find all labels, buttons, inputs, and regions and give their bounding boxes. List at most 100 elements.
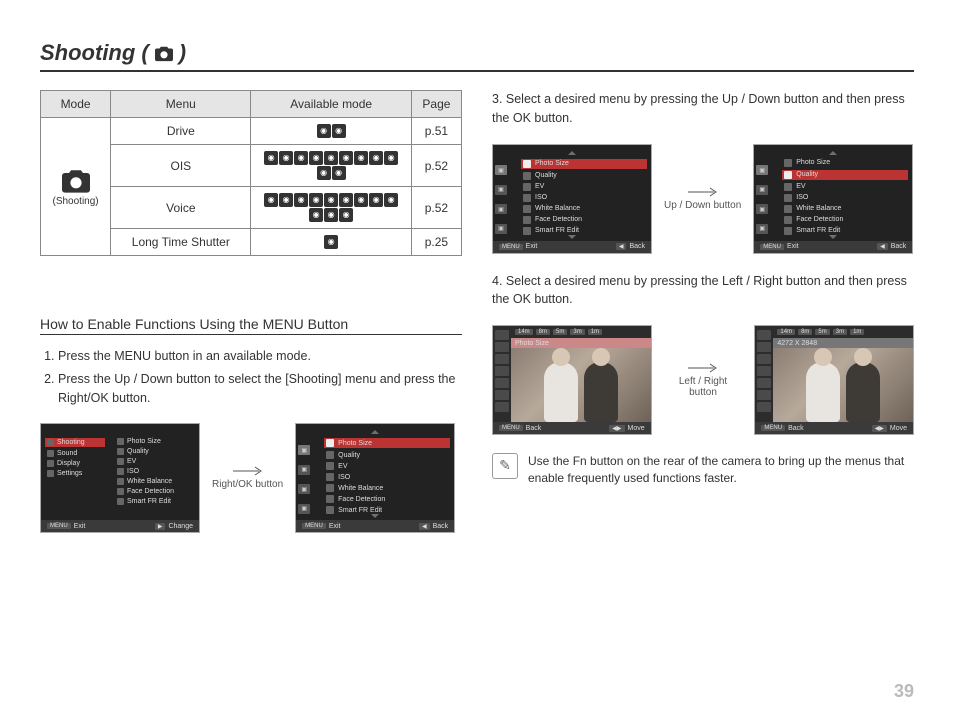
mode-icon: ◉ bbox=[294, 193, 308, 207]
step-item: Press the MENU button in an available mo… bbox=[58, 347, 462, 366]
left-screens-row: ShootingSoundDisplaySettings Photo SizeQ… bbox=[40, 423, 462, 533]
avail-cell: ◉◉ bbox=[251, 118, 411, 145]
mode-icon: ◉ bbox=[332, 166, 346, 180]
mode-icon: ◉ bbox=[279, 193, 293, 207]
mode-icon: ◉ bbox=[324, 235, 338, 249]
lcd-side-icon bbox=[495, 354, 509, 364]
lcd-side-icon bbox=[495, 378, 509, 388]
title-prefix: Shooting ( bbox=[40, 40, 149, 66]
mode-icon: ◉ bbox=[279, 151, 293, 165]
lcd-left-item: Sound bbox=[47, 450, 105, 457]
size-token: 5m bbox=[815, 329, 829, 335]
arrow-label-up-down: Up / Down button bbox=[664, 200, 741, 211]
lcd-side-icon: ▣ bbox=[756, 185, 768, 195]
lcd-side-icon: ▣ bbox=[298, 504, 310, 514]
lcd-photo-a: 14m8m5m3m1m Photo Size MENUBack ◀▶Move bbox=[492, 325, 652, 435]
mode-icon: ◉ bbox=[339, 193, 353, 207]
step4-screens: 14m8m5m3m1m Photo Size MENUBack ◀▶Move L… bbox=[492, 325, 914, 435]
lcd-list-item: ISO bbox=[784, 194, 908, 202]
mode-icon: ◉ bbox=[317, 166, 331, 180]
lcd-list-item: ISO bbox=[326, 473, 450, 481]
mode-icon: ◉ bbox=[369, 193, 383, 207]
mode-icon: ◉ bbox=[354, 193, 368, 207]
mode-icon: ◉ bbox=[332, 124, 346, 138]
lcd-side-icon bbox=[495, 402, 509, 412]
note-box: ✎ Use the Fn button on the rear of the c… bbox=[492, 453, 914, 487]
camera-icon bbox=[153, 44, 175, 62]
step3-screens: ▣▣▣▣ Photo SizeQualityEVISOWhite Balance… bbox=[492, 144, 914, 254]
mode-icon: ◉ bbox=[317, 124, 331, 138]
arrow-left-right: Left / Right button bbox=[664, 363, 743, 398]
mode-icon: ◉ bbox=[309, 151, 323, 165]
page-cell: p.51 bbox=[411, 118, 461, 145]
lcd-right-item: EV bbox=[117, 458, 195, 465]
th-menu: Menu bbox=[111, 91, 251, 118]
mode-icon: ◉ bbox=[309, 193, 323, 207]
lcd-list-item: Face Detection bbox=[326, 495, 450, 503]
lcd-list-item: Photo Size bbox=[324, 438, 450, 448]
left-steps-list: Press the MENU button in an available mo… bbox=[40, 347, 462, 407]
size-token: 1m bbox=[850, 329, 864, 335]
note-text: Use the Fn button on the rear of the cam… bbox=[528, 453, 914, 487]
lcd-right-item: Face Detection bbox=[117, 488, 195, 495]
lcd-list-item: Quality bbox=[782, 170, 908, 180]
lcd-side-icon bbox=[757, 378, 771, 388]
lcd-list-item: White Balance bbox=[523, 205, 647, 213]
lcd-side-icon: ▣ bbox=[495, 165, 507, 175]
lcd-side-icon: ▣ bbox=[495, 185, 507, 195]
mode-icon: ◉ bbox=[339, 151, 353, 165]
mode-cell: (Shooting) bbox=[41, 118, 111, 256]
lcd-list-item: Quality bbox=[326, 451, 450, 459]
size-token: 1m bbox=[588, 329, 602, 335]
left-column: Mode Menu Available mode Page (Shooting)… bbox=[40, 90, 462, 533]
lcd-list-item: Photo Size bbox=[521, 159, 647, 169]
footer-exit: Exit bbox=[74, 523, 86, 530]
step-4: 4. Select a desired menu by pressing the… bbox=[492, 272, 914, 310]
mode-icon: ◉ bbox=[294, 151, 308, 165]
lcd-side-icon bbox=[757, 354, 771, 364]
arrow-label-left-right: Left / Right button bbox=[664, 376, 743, 398]
lcd-list-item: White Balance bbox=[326, 484, 450, 492]
lcd-side-icon: ▣ bbox=[756, 224, 768, 234]
lcd-side-icon bbox=[757, 342, 771, 352]
lcd-side-icon bbox=[757, 330, 771, 340]
lcd-side-icon bbox=[495, 342, 509, 352]
lcd-side-icon: ▣ bbox=[756, 165, 768, 175]
step-item: Press the Up / Down button to select the… bbox=[58, 370, 462, 408]
menu-cell: Long Time Shutter bbox=[111, 229, 251, 256]
lcd-side-icon bbox=[757, 366, 771, 376]
th-mode: Mode bbox=[41, 91, 111, 118]
lcd-side-icon bbox=[757, 390, 771, 400]
lcd-right-item: Smart FR Edit bbox=[117, 498, 195, 505]
avail-cell: ◉◉◉◉◉◉◉◉◉◉◉ bbox=[251, 145, 411, 187]
menu-cell: Voice bbox=[111, 187, 251, 229]
lcd-side-icon bbox=[757, 402, 771, 412]
lcd-list-item: ISO bbox=[523, 194, 647, 202]
subheading: How to Enable Functions Using the MENU B… bbox=[40, 316, 462, 335]
lcd-side-icon bbox=[495, 330, 509, 340]
lcd-side-icon: ▣ bbox=[756, 204, 768, 214]
lcd-photo-b: 14m8m5m3m1m 4272 X 2848 MENUBack ◀▶Move bbox=[754, 325, 914, 435]
lcd-side-icon: ▣ bbox=[298, 484, 310, 494]
size-token: 14m bbox=[777, 329, 795, 335]
lcd-left-item: Settings bbox=[47, 470, 105, 477]
size-token: 14m bbox=[515, 329, 533, 335]
menu-cell: Drive bbox=[111, 118, 251, 145]
mode-icon: ◉ bbox=[324, 208, 338, 222]
step-3: 3. Select a desired menu by pressing the… bbox=[492, 90, 914, 128]
size-token: 3m bbox=[570, 329, 584, 335]
lcd-right-item: Photo Size bbox=[117, 438, 195, 445]
mode-icon: ◉ bbox=[339, 208, 353, 222]
size-token: 8m bbox=[536, 329, 550, 335]
th-avail: Available mode bbox=[251, 91, 411, 118]
lcd-main-menu: ShootingSoundDisplaySettings Photo SizeQ… bbox=[40, 423, 200, 533]
mode-icon: ◉ bbox=[384, 151, 398, 165]
lcd-right-item: Quality bbox=[117, 448, 195, 455]
lcd-list-item: Photo Size bbox=[784, 159, 908, 167]
note-icon: ✎ bbox=[492, 453, 518, 479]
page-title: Shooting ( ) bbox=[40, 40, 914, 66]
lcd-shooting-menu-c: ▣▣▣▣ Photo SizeQualityEVISOWhite Balance… bbox=[753, 144, 913, 254]
lcd-side-icon: ▣ bbox=[495, 224, 507, 234]
lcd-side-icon: ▣ bbox=[298, 445, 310, 455]
footer-exit-a: Exit bbox=[329, 523, 341, 530]
